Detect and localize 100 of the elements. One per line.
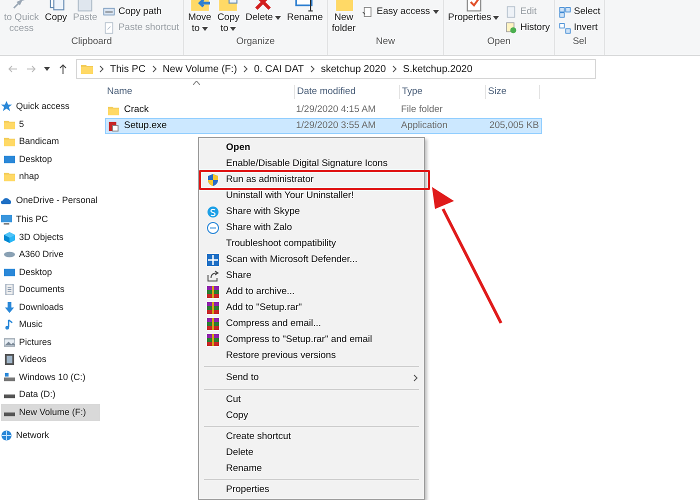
menu-item[interactable]: Properties (199, 482, 424, 498)
computer-icon (1, 214, 12, 226)
file-row[interactable]: Setup.exe 1/29/2020 3:55 AM Application 205,005 KB (105, 118, 542, 134)
column-header[interactable]: Size (486, 84, 540, 100)
ribbon-group-label: Organize (235, 36, 276, 48)
archive-icon (207, 334, 219, 346)
breadcrumb[interactable]: sketchup 2020 (320, 62, 386, 76)
page-icon (505, 6, 518, 18)
ribbon-button[interactable]: Copy (44, 0, 68, 23)
menu-item[interactable]: Copy (199, 408, 424, 424)
sort-caret-icon (193, 81, 200, 85)
cube-icon (4, 232, 15, 243)
menu-item[interactable]: Open (199, 140, 424, 156)
nav-item[interactable]: New Volume (F:) (1, 404, 100, 421)
size-cell-text: 205,005 KB (489, 118, 539, 133)
breadcrumb[interactable]: S.ketchup.2020 (402, 62, 472, 76)
nav-item[interactable]: Windows 10 (C:) (1, 368, 100, 386)
ribbon-button[interactable]: Rename (286, 0, 323, 23)
nav-item[interactable]: nhap (1, 168, 100, 186)
nav-item[interactable]: Pictures (1, 334, 100, 351)
nav-item[interactable]: Desktop (1, 150, 100, 168)
caret-icon (432, 10, 439, 14)
shortcut-icon (103, 22, 116, 34)
music-icon (4, 319, 15, 330)
address-field[interactable]: This PC New Volume (F:) 0. CAI DAT sketchup 2020 S.ketchup.2020 (76, 59, 596, 79)
nav-item[interactable]: This PC (1, 211, 100, 228)
nav-item[interactable]: A360 Drive (1, 246, 100, 264)
column-header[interactable]: Type (400, 84, 486, 100)
caret-icon (493, 16, 500, 20)
document-icon (4, 284, 15, 296)
menu-item[interactable]: Share with Skype (199, 204, 424, 220)
menu-item[interactable]: Compress to "Setup.rar" and email (199, 332, 424, 348)
installer-icon (108, 120, 119, 132)
nav-item[interactable]: 5 (1, 116, 100, 133)
folder-icon (108, 104, 119, 116)
breadcrumb[interactable]: 0. CAI DAT (254, 62, 304, 76)
menu-item[interactable]: Share with Zalo (199, 220, 424, 236)
menu-item[interactable]: Uninstall with Your Uninstaller! (199, 188, 424, 204)
menu-item[interactable]: Run as administrator (199, 172, 424, 188)
ribbon-group-label: Open (486, 36, 512, 48)
page-icon (362, 6, 374, 18)
nav-item[interactable]: Downloads (1, 298, 100, 316)
ribbon-button[interactable]: Delete (246, 0, 281, 23)
share-icon (207, 270, 219, 282)
nav-item[interactable]: 3D Objects (1, 228, 100, 246)
folder-icon (4, 136, 15, 148)
menu-item[interactable]: Share (199, 268, 424, 284)
ribbon-button[interactable]: Move to (188, 0, 212, 34)
column-header[interactable]: Date modified (295, 84, 400, 100)
nav-item[interactable]: OneDrive - Personal (1, 192, 100, 209)
desktop-icon (4, 266, 15, 278)
menu-item[interactable]: Delete (199, 445, 424, 461)
nav-item[interactable]: Desktop (1, 264, 100, 281)
menu-item[interactable]: Send to (199, 369, 424, 387)
nav-item[interactable]: Bandicam (1, 133, 100, 150)
menu-item[interactable]: Add to "Setup.rar" (199, 300, 424, 316)
network-icon (1, 430, 12, 442)
nav-item[interactable]: Videos (1, 351, 100, 368)
column-header[interactable]: Name (105, 84, 295, 100)
breadcrumb[interactable]: This PC (110, 62, 146, 76)
ribbon-group-label: Sel (572, 36, 588, 48)
type-cell-text: File folder (401, 102, 444, 117)
menu-item[interactable]: Rename (199, 461, 424, 477)
menu-item[interactable]: Troubleshoot compatibility (199, 236, 424, 252)
nav-item[interactable]: Quick access (1, 98, 100, 116)
up-icon[interactable] (58, 64, 68, 74)
back-icon[interactable] (8, 64, 18, 74)
menu-item[interactable]: Scan with Microsoft Defender... (199, 252, 424, 268)
file-row[interactable]: Crack 1/29/2020 4:15 AM File folder (105, 102, 542, 118)
chevron-icon (152, 65, 157, 73)
ribbon-button[interactable]: Invert (558, 22, 600, 34)
archive-icon (207, 318, 219, 330)
menu-item[interactable]: Create shortcut (199, 429, 424, 445)
nav-item[interactable]: Music (1, 316, 100, 334)
ribbon-button[interactable]: Copy to (217, 0, 240, 34)
picture-icon (4, 336, 15, 348)
menu-item[interactable]: Cut (199, 392, 424, 408)
type-cell-text: Application (401, 118, 448, 133)
ribbon-button[interactable]: Select (558, 6, 600, 18)
forward-icon[interactable] (26, 64, 36, 74)
ribbon-button[interactable]: Copy path (103, 6, 180, 18)
menu-item[interactable]: Enable/Disable Digital Signature Icons (199, 156, 424, 172)
ribbon-group-label: New (374, 36, 396, 48)
menu-item[interactable]: Compress and email... (199, 316, 424, 332)
nav-item[interactable]: Data (D:) (1, 386, 100, 404)
ribbon-button[interactable]: Easy access (362, 6, 439, 18)
ribbon-button[interactable]: History (505, 22, 550, 34)
history-icon (505, 22, 518, 34)
caret-icon (202, 26, 208, 30)
breadcrumb[interactable]: New Volume (F:) (162, 62, 238, 76)
defender-icon (207, 254, 219, 266)
skype-icon (207, 206, 219, 218)
nav-item[interactable]: Network (1, 427, 100, 444)
ribbon-button[interactable]: Properties (448, 0, 500, 23)
menu-item[interactable]: Add to archive... (199, 284, 424, 300)
nav-item[interactable]: Documents (1, 281, 100, 298)
chevron-icon (392, 65, 397, 73)
menu-item[interactable]: Restore previous versions (199, 348, 424, 364)
ribbon-button[interactable]: New folder (332, 0, 356, 34)
shield-icon (207, 174, 219, 186)
